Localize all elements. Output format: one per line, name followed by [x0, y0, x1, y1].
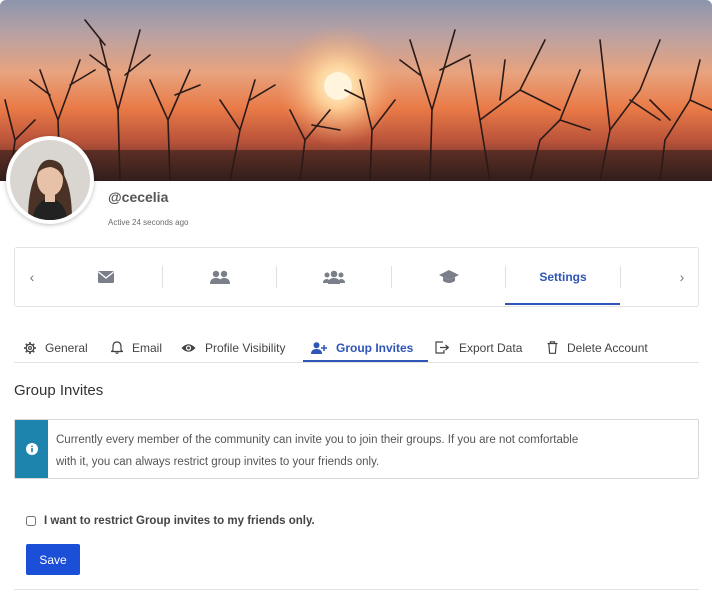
alert-line-2: with it, you can always restrict group i…	[56, 456, 380, 468]
divider	[14, 589, 699, 590]
username: @cecelia	[108, 189, 169, 205]
nav-groups[interactable]	[277, 248, 391, 306]
graduation-cap-icon	[439, 270, 459, 283]
profile-nav: ‹ Settings ›	[14, 247, 699, 307]
export-icon	[435, 341, 450, 354]
save-button[interactable]: Save	[26, 544, 80, 575]
restrict-invites-label[interactable]: I want to restrict Group invites to my f…	[44, 515, 315, 527]
users-group-icon	[323, 270, 345, 284]
restrict-invites-checkbox[interactable]	[26, 516, 36, 526]
user-plus-icon	[311, 341, 327, 354]
tab-profile-visibility-label: Profile Visibility	[205, 340, 286, 355]
last-active-status: Active 24 seconds ago	[108, 218, 189, 227]
nav-courses[interactable]	[392, 248, 506, 306]
tab-active-indicator	[303, 360, 428, 362]
tab-delete-account-label: Delete Account	[567, 340, 648, 355]
avatar-photo	[10, 140, 90, 220]
tab-export-data-label: Export Data	[459, 340, 523, 355]
alert-message: Currently every member of the community …	[48, 420, 688, 478]
nav-settings-label: Settings	[539, 270, 587, 284]
tab-general-label: General	[45, 340, 88, 355]
gear-icon	[24, 341, 36, 354]
info-alert: Currently every member of the community …	[14, 419, 699, 479]
settings-tabs: General Email Profile Visibility Group I…	[14, 333, 699, 363]
eye-icon	[181, 343, 196, 352]
nav-active-indicator	[505, 303, 620, 305]
nav-divider	[620, 266, 621, 288]
cover-photo	[0, 0, 712, 181]
user-pair-icon	[210, 270, 230, 284]
nav-friends[interactable]	[163, 248, 277, 306]
nav-settings[interactable]: Settings	[506, 248, 620, 306]
nav-prev-arrow[interactable]: ‹	[24, 268, 40, 286]
tab-email-label: Email	[132, 340, 163, 355]
tab-group-invites-label: Group Invites	[336, 340, 414, 355]
tab-email[interactable]: Email	[111, 333, 162, 362]
restrict-invites-row: I want to restrict Group invites to my f…	[26, 515, 315, 527]
info-icon	[25, 443, 38, 455]
bell-icon	[111, 341, 123, 354]
nav-messages[interactable]	[48, 248, 163, 306]
section-title: Group Invites	[14, 382, 104, 399]
nav-next-arrow[interactable]: ›	[674, 268, 690, 286]
sunset-branches-illustration	[0, 19, 712, 181]
tab-profile-visibility[interactable]: Profile Visibility	[181, 333, 285, 362]
envelope-icon	[97, 271, 114, 283]
alert-line-1: Currently every member of the community …	[56, 434, 579, 446]
avatar[interactable]	[6, 136, 94, 224]
trash-icon	[547, 341, 558, 354]
alert-icon-bar	[15, 420, 48, 478]
profile-settings-page: @cecelia Active 24 seconds ago ‹ Setting…	[0, 0, 712, 604]
tab-delete-account[interactable]: Delete Account	[547, 333, 648, 362]
tab-general[interactable]: General	[24, 333, 88, 362]
tab-export-data[interactable]: Export Data	[435, 333, 522, 362]
tab-group-invites[interactable]: Group Invites	[311, 333, 413, 362]
